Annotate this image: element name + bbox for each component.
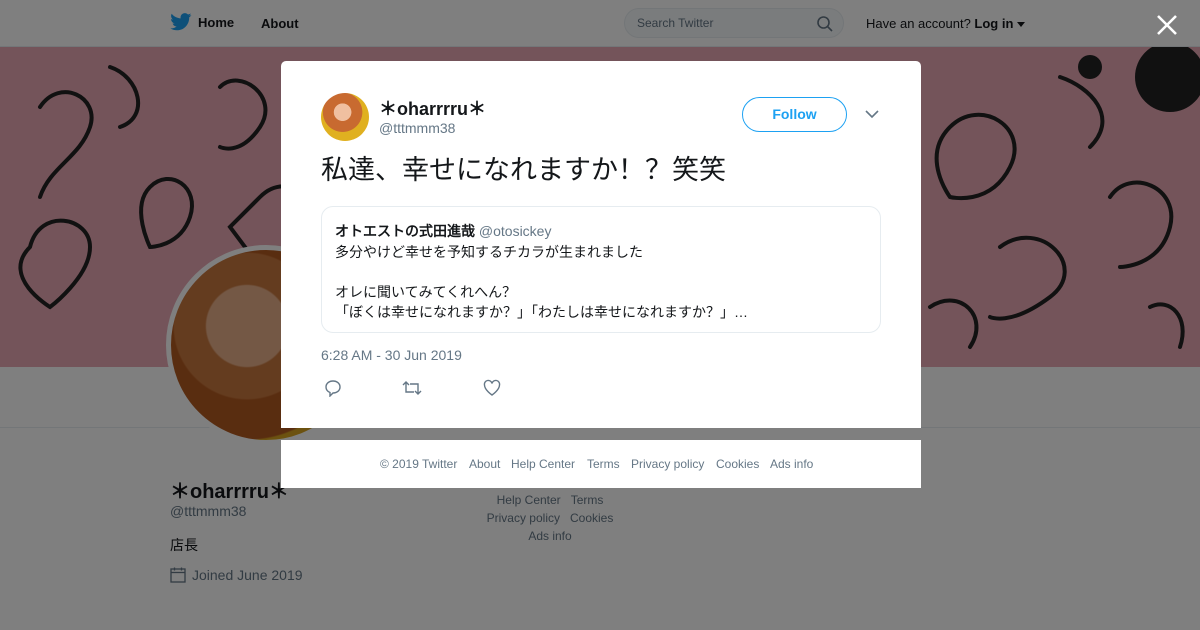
- footer-terms[interactable]: Terms: [587, 457, 620, 471]
- footer-privacy[interactable]: Privacy policy: [631, 457, 704, 471]
- reply-icon[interactable]: [324, 379, 342, 397]
- footer-ads-info[interactable]: Ads info: [770, 457, 813, 471]
- footer-about[interactable]: About: [469, 457, 500, 471]
- quoted-author-handle: @otosickey: [478, 223, 552, 239]
- quoted-tweet-header: オトエストの式田進哉 @otosickey: [335, 221, 551, 241]
- footer-cookies[interactable]: Cookies: [716, 457, 759, 471]
- tweet-timestamp[interactable]: 6:28 AM - 30 Jun 2019: [321, 347, 462, 363]
- retweet-icon[interactable]: [402, 379, 422, 397]
- footer-copyright: © 2019 Twitter: [380, 457, 458, 471]
- footer-help-center[interactable]: Help Center: [511, 457, 575, 471]
- like-icon[interactable]: [483, 379, 501, 397]
- quoted-author-name: オトエストの式田進哉: [335, 223, 475, 239]
- quoted-tweet[interactable]: オトエストの式田進哉 @otosickey 多分やけど幸せを予知するチカラが生ま…: [321, 206, 881, 333]
- quoted-text-line: 多分やけど幸せを予知するチカラが生まれました: [335, 244, 643, 260]
- tweet-modal: ＊oharrrru＊ @tttmmm38 Follow 私達、幸せになれますか！…: [281, 61, 921, 428]
- quoted-text-line: オレに聞いてみてくれへん？: [335, 284, 517, 300]
- tweet-author-name[interactable]: ＊oharrrru＊: [379, 95, 486, 121]
- close-icon[interactable]: [1154, 12, 1180, 38]
- modal-footer: © 2019 Twitter About Help Center Terms P…: [281, 440, 921, 488]
- tweet-text: 私達、幸せになれますか！？笑笑: [321, 155, 726, 185]
- quoted-text-line: 「ぼくは幸せになれますか？」「わたしは幸せになれますか？」…: [335, 304, 748, 320]
- tweet-author-avatar[interactable]: [321, 93, 369, 141]
- follow-button[interactable]: Follow: [742, 97, 847, 132]
- tweet-author-handle[interactable]: @tttmmm38: [379, 120, 455, 136]
- chevron-down-icon[interactable]: [865, 109, 879, 119]
